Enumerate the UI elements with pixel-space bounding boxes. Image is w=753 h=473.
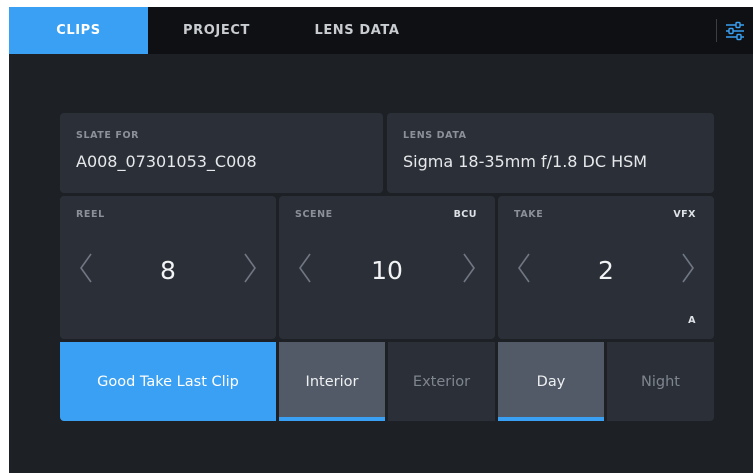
- interior-label: Interior: [305, 373, 359, 390]
- night-label: Night: [641, 373, 680, 390]
- scene-badge[interactable]: BCU: [454, 209, 477, 220]
- exterior-button[interactable]: Exterior: [388, 342, 495, 421]
- take-value: 2: [598, 256, 614, 285]
- tab-divider: [716, 19, 717, 42]
- slate-for-label: SLATE FOR: [76, 130, 140, 141]
- take-panel: TAKE VFX 2 A: [498, 196, 714, 339]
- scene-decrement-icon[interactable]: [296, 251, 314, 285]
- good-take-button[interactable]: Good Take Last Clip: [60, 342, 276, 421]
- settings-menu-button[interactable]: [719, 15, 751, 47]
- day-label: Day: [536, 373, 566, 390]
- scene-value: 10: [371, 256, 403, 285]
- slate-for-value: A008_07301053_C008: [76, 152, 257, 171]
- take-badge[interactable]: VFX: [673, 209, 696, 220]
- interior-button[interactable]: Interior: [279, 342, 385, 421]
- lens-data-panel[interactable]: LENS DATA Sigma 18-35mm f/1.8 DC HSM: [387, 113, 714, 193]
- exterior-label: Exterior: [412, 373, 471, 390]
- interior-selected-indicator: [279, 417, 385, 421]
- scene-increment-icon[interactable]: [460, 251, 478, 285]
- clips-screen: CLIPS PROJECT LENS DATA SLATE FOR A008_0…: [9, 7, 753, 473]
- scene-label: SCENE: [295, 209, 333, 220]
- reel-value: 8: [160, 256, 176, 285]
- lens-data-label: LENS DATA: [403, 130, 467, 141]
- tab-lens-data[interactable]: LENS DATA: [301, 7, 413, 54]
- slate-for-panel[interactable]: SLATE FOR A008_07301053_C008: [60, 113, 383, 193]
- day-button[interactable]: Day: [498, 342, 604, 421]
- reel-label: REEL: [76, 209, 105, 220]
- tab-clips[interactable]: CLIPS: [9, 7, 148, 54]
- day-selected-indicator: [498, 417, 604, 421]
- take-increment-icon[interactable]: [679, 251, 697, 285]
- scene-panel: SCENE BCU 10: [279, 196, 495, 339]
- night-button[interactable]: Night: [607, 342, 714, 421]
- tab-bar: CLIPS PROJECT LENS DATA: [9, 7, 753, 54]
- take-decrement-icon[interactable]: [515, 251, 533, 285]
- take-sub-badge: A: [688, 315, 696, 326]
- reel-increment-icon[interactable]: [241, 251, 259, 285]
- reel-decrement-icon[interactable]: [77, 251, 95, 285]
- lens-data-value: Sigma 18-35mm f/1.8 DC HSM: [403, 152, 648, 171]
- reel-panel: REEL 8: [60, 196, 276, 339]
- good-take-label: Good Take Last Clip: [97, 373, 239, 390]
- sliders-icon: [726, 21, 744, 41]
- take-label: TAKE: [514, 209, 544, 220]
- tab-project[interactable]: PROJECT: [159, 7, 274, 54]
